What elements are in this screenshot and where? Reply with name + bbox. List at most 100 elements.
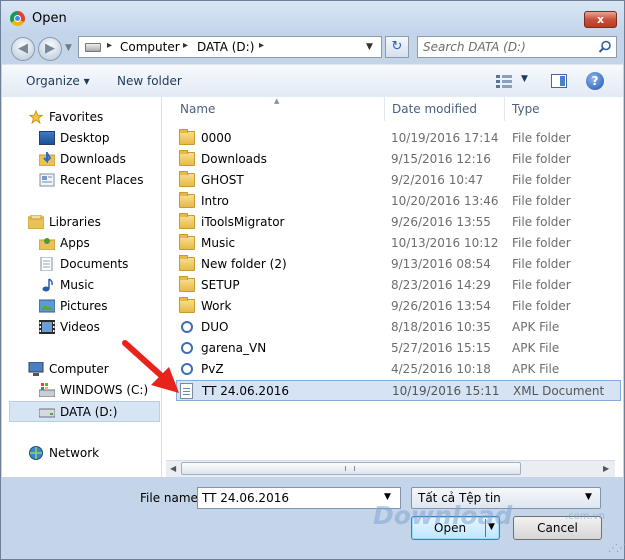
- scroll-thumb[interactable]: [181, 462, 521, 475]
- nav-label: Favorites: [49, 110, 104, 124]
- pictures-icon: [39, 299, 55, 313]
- file-row[interactable]: Downloads 9/15/2016 12:16 File folder: [176, 149, 621, 170]
- address-dropdown[interactable]: ▼: [366, 42, 373, 52]
- nav-item-downloads[interactable]: Downloads: [2, 149, 160, 170]
- breadcrumb-separator[interactable]: ▸: [259, 40, 264, 51]
- column-header-date[interactable]: Date modified: [392, 97, 477, 121]
- column-divider[interactable]: [504, 97, 505, 121]
- file-date-modified: 10/19/2016 17:14: [391, 131, 499, 145]
- file-row[interactable]: iToolsMigrator 9/26/2016 13:55 File folder: [176, 212, 621, 233]
- search-icon[interactable]: [598, 40, 612, 54]
- resize-grip-icon[interactable]: ⋰⋰: [608, 543, 625, 554]
- file-date-modified: 9/26/2016 13:54: [391, 299, 491, 313]
- nav-label: DATA (D:): [60, 405, 118, 419]
- search-box[interactable]: [417, 36, 617, 58]
- file-date-modified: 10/20/2016 13:46: [391, 194, 499, 208]
- search-input[interactable]: [423, 39, 593, 55]
- file-date-modified: 9/26/2016 13:55: [391, 215, 491, 229]
- file-date-modified: 8/18/2016 10:35: [391, 320, 491, 334]
- breadcrumb-computer[interactable]: Computer: [120, 40, 180, 54]
- nav-label: Computer: [49, 362, 109, 376]
- horizontal-scrollbar[interactable]: ◀ ▶: [166, 460, 615, 477]
- close-button[interactable]: x: [584, 11, 617, 28]
- file-row[interactable]: GHOST 9/2/2016 10:47 File folder: [176, 170, 621, 191]
- breadcrumb-data-d[interactable]: DATA (D:): [197, 40, 254, 54]
- breadcrumb-separator[interactable]: ▸: [183, 40, 188, 51]
- file-row[interactable]: Work 9/26/2016 13:54 File folder: [176, 296, 621, 317]
- back-button[interactable]: ◀: [11, 37, 35, 61]
- nav-item-apps[interactable]: Apps: [2, 233, 160, 254]
- scroll-left-arrow[interactable]: ◀: [170, 464, 176, 473]
- nav-item-libraries[interactable]: Libraries: [2, 212, 160, 233]
- nav-item-recent-places[interactable]: Recent Places: [2, 170, 160, 191]
- filename-input[interactable]: [202, 490, 372, 506]
- file-row[interactable]: New folder (2) 9/13/2016 08:54 File folder: [176, 254, 621, 275]
- file-row[interactable]: Intro 10/20/2016 13:46 File folder: [176, 191, 621, 212]
- file-name: Music: [201, 236, 236, 250]
- column-header-name[interactable]: Name: [180, 97, 215, 121]
- file-row[interactable]: DUO 8/18/2016 10:35 APK File: [176, 317, 621, 338]
- nav-label: Downloads: [60, 152, 126, 166]
- drive-icon: [39, 408, 55, 418]
- scroll-right-arrow[interactable]: ▶: [603, 464, 609, 473]
- nav-item-documents[interactable]: Documents: [2, 254, 160, 275]
- folder-icon: [179, 171, 195, 187]
- column-header-type[interactable]: Type: [512, 97, 540, 121]
- folder-icon: [179, 297, 195, 313]
- file-name: Work: [201, 299, 232, 313]
- nav-label: Desktop: [60, 131, 110, 145]
- breadcrumb-separator[interactable]: ▸: [107, 40, 112, 51]
- file-date-modified: 9/15/2016 12:16: [391, 152, 491, 166]
- file-name: DUO: [201, 320, 229, 334]
- libraries-icon: [28, 215, 44, 229]
- open-dialog: Open x ◀ ▶ ▼ ▸ Computer ▸ DATA (D:) ▸ ▼ …: [0, 0, 625, 560]
- column-divider[interactable]: [384, 97, 385, 121]
- videos-icon: [39, 320, 55, 334]
- nav-item-videos[interactable]: Videos: [2, 317, 160, 338]
- downloads-icon: [39, 152, 55, 166]
- file-type: File folder: [512, 278, 571, 292]
- nav-item-data-d[interactable]: DATA (D:): [9, 401, 160, 422]
- file-row[interactable]: SETUP 8/23/2016 14:29 File folder: [176, 275, 621, 296]
- apk-icon: [181, 321, 193, 333]
- file-type: File folder: [512, 194, 571, 208]
- new-folder-button[interactable]: New folder: [117, 74, 182, 88]
- file-type: File folder: [512, 257, 571, 271]
- window-title: Open: [32, 11, 67, 26]
- file-row[interactable]: Music 10/13/2016 10:12 File folder: [176, 233, 621, 254]
- file-name: New folder (2): [201, 257, 287, 271]
- nav-item-music[interactable]: Music: [2, 275, 160, 296]
- organize-menu[interactable]: Organize ▾: [26, 74, 90, 88]
- help-icon[interactable]: ?: [586, 72, 604, 90]
- file-row[interactable]: 0000 10/19/2016 17:14 File folder: [176, 128, 621, 149]
- documents-icon: [40, 257, 53, 271]
- recent-pages-dropdown[interactable]: ▼: [65, 43, 72, 53]
- file-row[interactable]: garena_VN 5/27/2016 15:15 APK File: [176, 338, 621, 359]
- nav-item-desktop[interactable]: Desktop: [2, 128, 160, 149]
- forward-button[interactable]: ▶: [38, 37, 62, 61]
- file-date-modified: 4/25/2016 10:18: [391, 362, 491, 376]
- file-name: iToolsMigrator: [201, 215, 285, 229]
- folder-icon: [179, 192, 195, 208]
- filename-combobox[interactable]: ▼: [197, 487, 401, 509]
- nav-item-pictures[interactable]: Pictures: [2, 296, 160, 317]
- file-name: 0000: [201, 131, 232, 145]
- file-row[interactable]: TT 24.06.2016 10/19/2016 15:11 XML Documen…: [176, 380, 621, 401]
- folder-icon: [179, 255, 195, 271]
- nav-item-favorites[interactable]: Favorites: [2, 107, 160, 128]
- refresh-button[interactable]: ↻: [385, 36, 409, 58]
- file-type: File folder: [512, 173, 571, 187]
- chrome-icon: [10, 11, 25, 26]
- views-dropdown[interactable]: ▼: [521, 74, 528, 84]
- views-icon[interactable]: [496, 74, 512, 88]
- file-type: File folder: [512, 236, 571, 250]
- nav-label: Videos: [60, 320, 100, 334]
- network-icon: [29, 446, 43, 460]
- preview-pane-icon[interactable]: [551, 74, 567, 88]
- watermark-logo: Download: [373, 501, 513, 530]
- file-type: APK File: [512, 341, 560, 355]
- address-bar[interactable]: ▸ Computer ▸ DATA (D:) ▸ ▼: [78, 36, 382, 58]
- nav-item-network[interactable]: Network: [2, 443, 160, 464]
- file-date-modified: 10/19/2016 15:11: [392, 384, 500, 398]
- file-row[interactable]: PvZ 4/25/2016 10:18 APK File: [176, 359, 621, 380]
